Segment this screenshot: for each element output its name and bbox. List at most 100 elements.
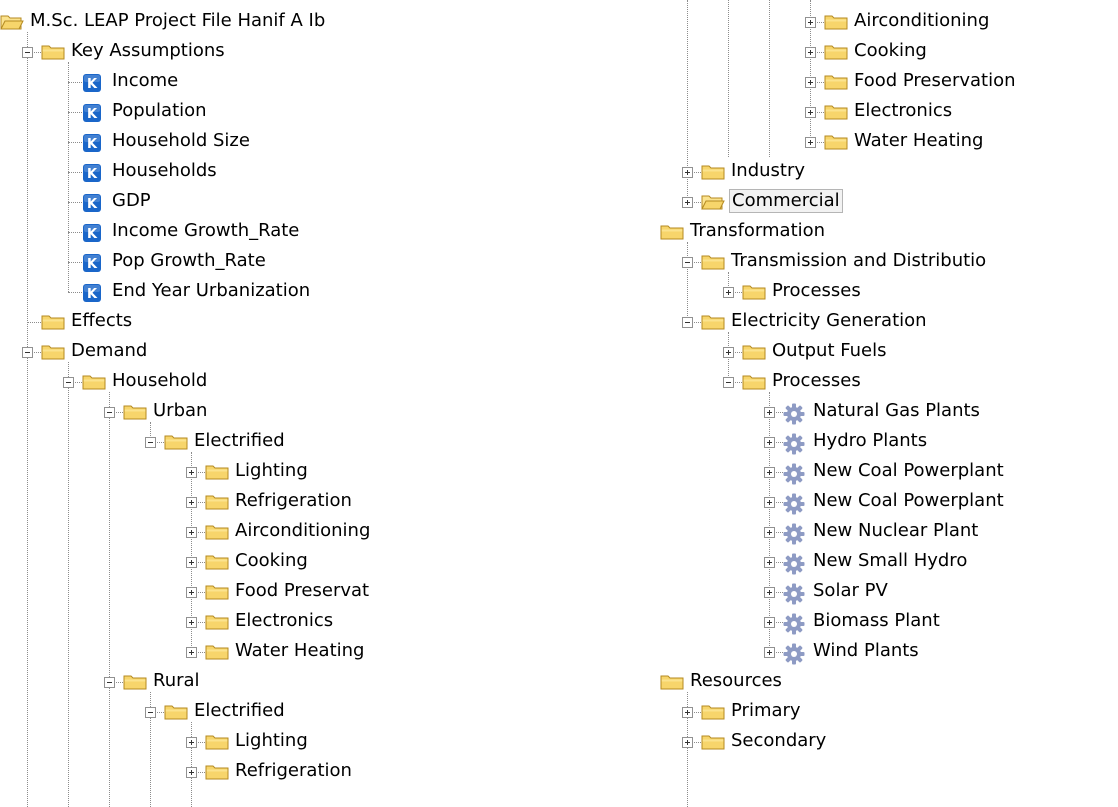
tree-node-label[interactable]: Airconditioning: [852, 10, 991, 32]
tree-node-label[interactable]: Household Size: [110, 130, 252, 152]
tree-node-label[interactable]: Airconditioning: [233, 520, 372, 542]
tree-node[interactable]: Cooking: [660, 37, 1118, 67]
tree-node[interactable]: New Small Hydro: [660, 547, 1118, 577]
expand-plus-icon[interactable]: [186, 467, 197, 478]
tree-node-label[interactable]: Solar PV: [811, 580, 890, 602]
tree-node-label[interactable]: Demand: [69, 340, 149, 362]
tree-node[interactable]: Primary: [660, 697, 1118, 727]
tree-node[interactable]: Electrified: [0, 427, 430, 457]
tree-node-label[interactable]: Refrigeration: [233, 490, 354, 512]
tree-node-label[interactable]: New Coal Powerplant: [811, 460, 1006, 482]
tree-node[interactable]: Refrigeration: [0, 757, 430, 787]
tree-node-label[interactable]: Electronics: [233, 610, 335, 632]
expand-plus-icon[interactable]: [186, 767, 197, 778]
tree-node[interactable]: New Nuclear Plant: [660, 517, 1118, 547]
tree-node-label[interactable]: Pop Growth_Rate: [110, 250, 268, 272]
tree-node-label[interactable]: Hydro Plants: [811, 430, 929, 452]
tree-node-label[interactable]: End Year Urbanization: [110, 280, 312, 302]
expand-plus-icon[interactable]: [805, 47, 816, 58]
tree-node[interactable]: K Income: [0, 67, 430, 97]
tree-node[interactable]: Electricity Generation: [660, 307, 1118, 337]
tree-node-label[interactable]: Electricity Generation: [729, 310, 929, 332]
tree-node[interactable]: Effects: [0, 307, 430, 337]
tree-node-label[interactable]: Secondary: [729, 730, 828, 752]
tree-node[interactable]: K GDP: [0, 187, 430, 217]
tree-node[interactable]: Water Heating: [0, 637, 430, 667]
tree-node-label[interactable]: Primary: [729, 700, 803, 722]
tree-node-label[interactable]: Processes: [770, 280, 863, 302]
tree-node[interactable]: Secondary: [660, 727, 1118, 757]
collapse-minus-icon[interactable]: [63, 377, 74, 388]
expand-plus-icon[interactable]: [682, 737, 693, 748]
expand-plus-icon[interactable]: [805, 77, 816, 88]
collapse-minus-icon[interactable]: [104, 677, 115, 688]
tree-node[interactable]: Natural Gas Plants: [660, 397, 1118, 427]
tree-node-label[interactable]: Electrified: [192, 700, 287, 722]
tree-node-label[interactable]: Refrigeration: [233, 760, 354, 782]
collapse-minus-icon[interactable]: [22, 47, 33, 58]
expand-plus-icon[interactable]: [805, 107, 816, 118]
tree-node-label[interactable]: Population: [110, 100, 209, 122]
tree-node[interactable]: Electrified: [0, 697, 430, 727]
tree-node[interactable]: Key Assumptions: [0, 37, 430, 67]
tree-node[interactable]: Industry: [660, 157, 1118, 187]
tree-node[interactable]: Food Preservat: [0, 577, 430, 607]
tree-node[interactable]: K Households: [0, 157, 430, 187]
tree-node-label[interactable]: Transformation: [688, 220, 827, 242]
expand-plus-icon[interactable]: [805, 137, 816, 148]
tree-node[interactable]: K Household Size: [0, 127, 430, 157]
tree-node[interactable]: New Coal Powerplant: [660, 487, 1118, 517]
tree-node[interactable]: Household: [0, 367, 430, 397]
tree-node-label[interactable]: Income: [110, 70, 180, 92]
tree-node-label[interactable]: Food Preservat: [233, 580, 371, 602]
tree-node-label[interactable]: Natural Gas Plants: [811, 400, 982, 422]
expand-plus-icon[interactable]: [764, 407, 775, 418]
expand-plus-icon[interactable]: [186, 557, 197, 568]
collapse-minus-icon[interactable]: [682, 257, 693, 268]
tree-node-label[interactable]: Electrified: [192, 430, 287, 452]
tree-node-label[interactable]: Cooking: [852, 40, 929, 62]
expand-plus-icon[interactable]: [682, 197, 693, 208]
tree-node[interactable]: Lighting: [0, 457, 430, 487]
tree-node[interactable]: Urban: [0, 397, 430, 427]
tree-node-label[interactable]: Industry: [729, 160, 807, 182]
tree-node-label[interactable]: Resources: [688, 670, 784, 692]
expand-plus-icon[interactable]: [764, 557, 775, 568]
tree-node-label[interactable]: Processes: [770, 370, 863, 392]
expand-plus-icon[interactable]: [723, 347, 734, 358]
tree-node-label[interactable]: Biomass Plant: [811, 610, 942, 632]
tree-node-label[interactable]: New Small Hydro: [811, 550, 969, 572]
tree-node[interactable]: Wind Plants: [660, 637, 1118, 667]
tree-node-label[interactable]: Wind Plants: [811, 640, 921, 662]
tree-node[interactable]: Water Heating: [660, 127, 1118, 157]
tree-node-label[interactable]: M.Sc. LEAP Project File Hanif A Ib: [28, 10, 327, 32]
tree-node-label[interactable]: Food Preservation: [852, 70, 1018, 92]
tree-node-label[interactable]: Households: [110, 160, 219, 182]
collapse-minus-icon[interactable]: [145, 437, 156, 448]
expand-plus-icon[interactable]: [186, 527, 197, 538]
tree-node-label[interactable]: Key Assumptions: [69, 40, 227, 62]
tree-node-label[interactable]: New Coal Powerplant: [811, 490, 1006, 512]
collapse-minus-icon[interactable]: [145, 707, 156, 718]
expand-plus-icon[interactable]: [764, 617, 775, 628]
tree-node-label[interactable]: GDP: [110, 190, 153, 212]
expand-plus-icon[interactable]: [186, 737, 197, 748]
tree-node-label[interactable]: Rural: [151, 670, 202, 692]
collapse-minus-icon[interactable]: [682, 317, 693, 328]
tree-node[interactable]: Demand: [0, 337, 430, 367]
tree-node[interactable]: Airconditioning: [660, 7, 1118, 37]
expand-plus-icon[interactable]: [764, 587, 775, 598]
collapse-minus-icon[interactable]: [723, 377, 734, 388]
expand-plus-icon[interactable]: [682, 167, 693, 178]
tree-node-label[interactable]: Income Growth_Rate: [110, 220, 301, 242]
tree-node[interactable]: Output Fuels: [660, 337, 1118, 367]
collapse-minus-icon[interactable]: [104, 407, 115, 418]
collapse-minus-icon[interactable]: [22, 347, 33, 358]
tree-node-label[interactable]: Cooking: [233, 550, 310, 572]
expand-plus-icon[interactable]: [186, 647, 197, 658]
tree-node[interactable]: Solar PV: [660, 577, 1118, 607]
tree-node-label[interactable]: Electronics: [852, 100, 954, 122]
tree-node-label[interactable]: New Nuclear Plant: [811, 520, 980, 542]
tree-node[interactable]: M.Sc. LEAP Project File Hanif A Ib: [0, 7, 430, 37]
tree-node-label[interactable]: Transmission and Distributio: [729, 250, 988, 272]
